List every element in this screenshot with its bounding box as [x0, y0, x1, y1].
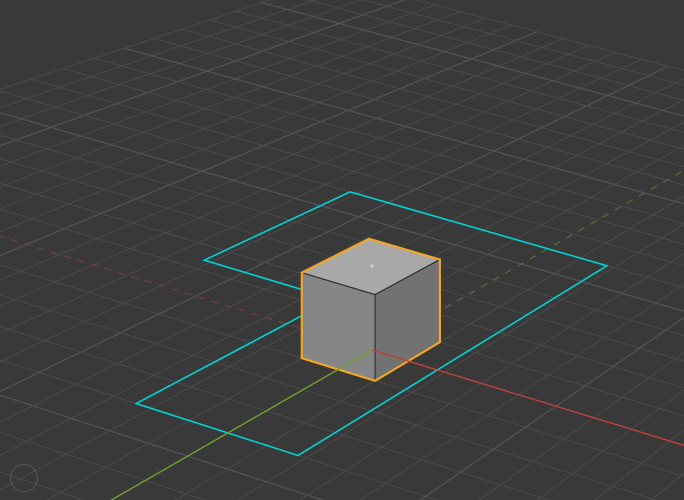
viewport-canvas [0, 0, 684, 500]
floor-grid [0, 0, 684, 500]
rotate-gizmo[interactable] [10, 464, 38, 492]
axes-front [0, 350, 684, 500]
viewport-3d[interactable] [0, 0, 684, 500]
